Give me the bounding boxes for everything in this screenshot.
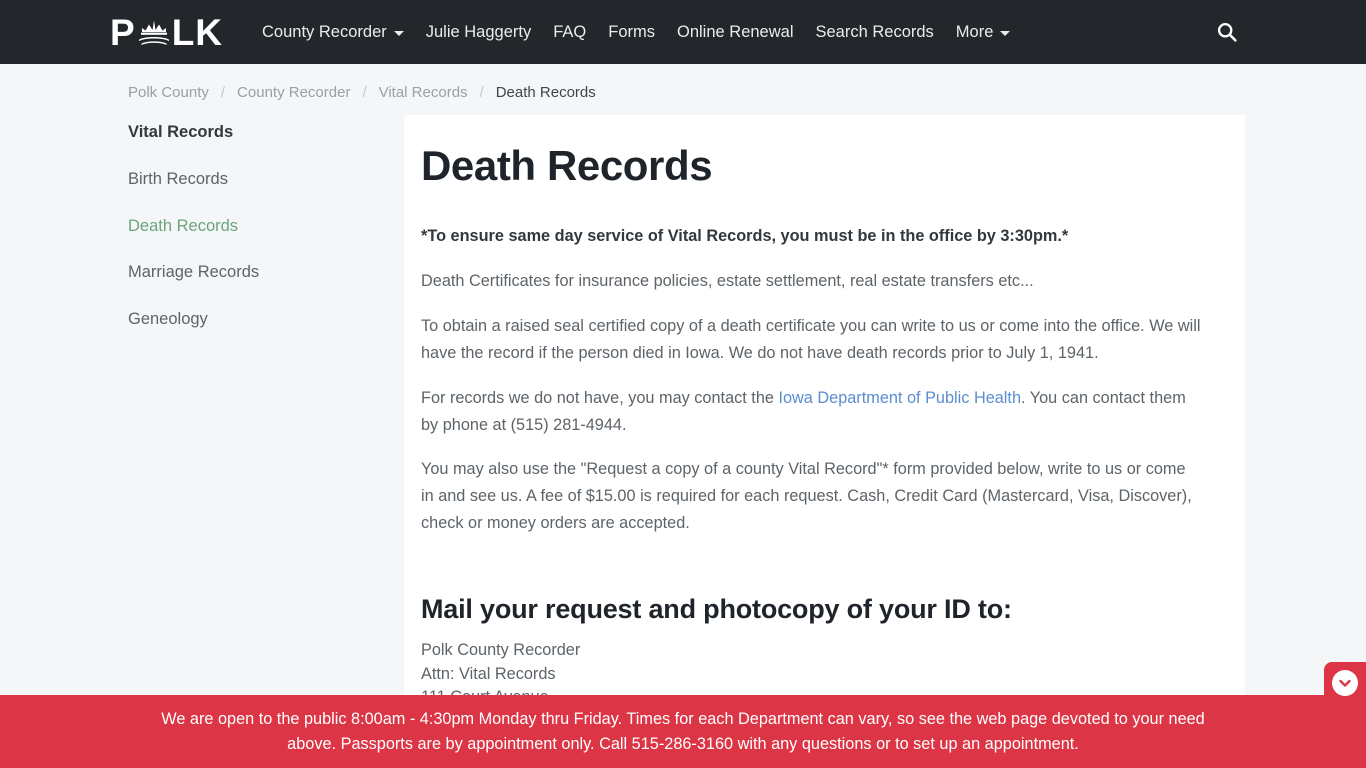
alert-line-2: above. Passports are by appointment only… <box>287 734 1079 753</box>
breadcrumb-item-polk-county[interactable]: Polk County <box>128 84 209 101</box>
mail-request-heading: Mail your request and photocopy of your … <box>421 594 1012 625</box>
polk-crown-icon <box>137 17 171 47</box>
nav-item-online-renewal[interactable]: Online Renewal <box>666 15 804 50</box>
address-line: Attn: Vital Records <box>421 664 556 683</box>
nav-item-label: Forms <box>608 22 655 41</box>
search-button[interactable] <box>1214 19 1240 45</box>
breadcrumb-item-vital-records[interactable]: Vital Records <box>379 84 468 101</box>
paragraph-other-records: For records we do not have, you may cont… <box>421 385 1201 439</box>
breadcrumb-item-county-recorder[interactable]: County Recorder <box>237 84 350 101</box>
sidebar-item-birth-records[interactable]: Birth Records <box>128 170 404 190</box>
address-line: Polk County Recorder <box>421 641 581 660</box>
breadcrumb-separator: / <box>362 84 367 101</box>
top-navbar: P LK County Recorder Julie Haggerty FAQ … <box>0 0 1366 64</box>
nav-item-label: Online Renewal <box>677 22 794 41</box>
breadcrumb: Polk County / County Recorder / Vital Re… <box>0 64 1366 115</box>
nav-item-label: Julie Haggerty <box>425 22 532 41</box>
brand-text-prefix: P <box>110 11 136 53</box>
same-day-service-notice: *To ensure same day service of Vital Rec… <box>421 227 1069 246</box>
nav-item-julie-haggerty[interactable]: Julie Haggerty <box>415 15 542 50</box>
page-title: Death Records <box>421 142 713 189</box>
breadcrumb-separator: / <box>220 84 226 101</box>
paragraph-raised-seal: To obtain a raised seal certified copy o… <box>421 316 1201 362</box>
search-icon <box>1217 22 1237 42</box>
iowa-dept-public-health-link[interactable]: Iowa Department of Public Health <box>778 389 1021 407</box>
paragraph-request-form-fee: You may also use the "Request a copy of … <box>421 460 1192 533</box>
sidebar-heading: Vital Records <box>128 123 234 141</box>
primary-nav: County Recorder Julie Haggerty FAQ Forms… <box>251 15 1021 50</box>
nav-item-county-recorder[interactable]: County Recorder <box>251 15 415 50</box>
nav-item-label: FAQ <box>553 22 587 41</box>
nav-item-label: County Recorder <box>262 22 387 41</box>
sidebar-item-geneology[interactable]: Geneology <box>128 310 404 330</box>
breadcrumb-separator: / <box>479 84 484 101</box>
nav-item-more[interactable]: More <box>945 15 1022 50</box>
nav-item-forms[interactable]: Forms <box>597 15 666 50</box>
page-body: Vital Records Birth Records Death Record… <box>0 115 1366 768</box>
paragraph-text-before-link: For records we do not have, you may cont… <box>421 388 779 407</box>
nav-item-faq[interactable]: FAQ <box>542 15 597 50</box>
paragraph-death-certificates: Death Certificates for insurance policie… <box>421 272 1034 291</box>
brand-text-suffix: LK <box>171 11 224 53</box>
chevron-down-circle-icon <box>1332 670 1358 696</box>
sidebar-item-death-records[interactable]: Death Records <box>128 217 404 237</box>
chevron-down-icon <box>393 30 404 36</box>
sidebar-nav: Vital Records Birth Records Death Record… <box>128 115 404 330</box>
chevron-down-icon <box>1000 30 1011 36</box>
public-hours-alert: We are open to the public 8:00am - 4:30p… <box>0 695 1366 768</box>
scroll-down-button[interactable] <box>1324 662 1366 704</box>
polk-logo[interactable]: P LK <box>110 14 223 51</box>
nav-item-label: Search Records <box>815 22 934 41</box>
sidebar-item-marriage-records[interactable]: Marriage Records <box>128 263 404 283</box>
nav-item-search-records[interactable]: Search Records <box>804 15 944 50</box>
content-card: Death Records *To ensure same day servic… <box>404 115 1245 768</box>
alert-line-1: We are open to the public 8:00am - 4:30p… <box>161 710 1205 729</box>
breadcrumb-item-death-records: Death Records <box>495 84 596 101</box>
nav-item-label: More <box>955 22 994 41</box>
